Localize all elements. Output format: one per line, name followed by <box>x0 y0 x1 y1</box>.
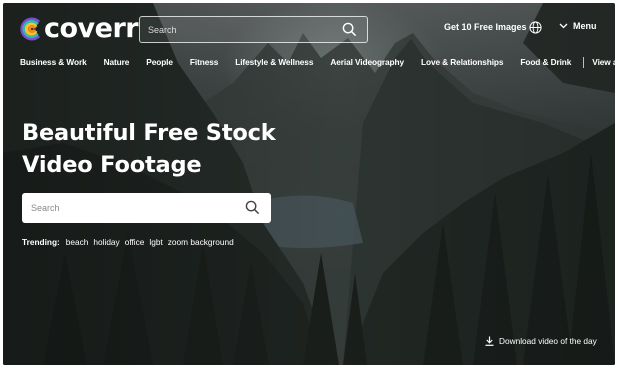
category-people[interactable]: People <box>146 57 173 67</box>
download-label: Download video of the day <box>499 336 597 346</box>
nav-divider <box>583 56 585 68</box>
view-all-link[interactable]: View all <box>592 57 615 67</box>
hero-search-input[interactable] <box>31 199 236 217</box>
category-lifestyle-wellness[interactable]: Lifestyle & Wellness <box>235 57 313 67</box>
category-business-work[interactable]: Business & Work <box>20 57 87 67</box>
get-free-images-link[interactable]: Get 10 Free Images <box>444 22 527 32</box>
menu-label: Menu <box>573 21 597 31</box>
hero-title-line-2: Video Footage <box>22 152 202 178</box>
download-video-of-the-day-link[interactable]: Download video of the day <box>485 336 597 346</box>
trending-tag[interactable]: zoom background <box>168 237 234 247</box>
category-love-relationships[interactable]: Love & Relationships <box>421 57 503 67</box>
trending-label: Trending: <box>22 237 60 247</box>
search-icon[interactable] <box>342 22 357 42</box>
globe-icon[interactable] <box>529 21 542 39</box>
category-aerial-videography[interactable]: Aerial Videography <box>330 57 404 67</box>
hero-background: coverr Get 10 Free Images Menu Business … <box>3 3 615 365</box>
header-search-box[interactable] <box>139 16 368 43</box>
search-icon[interactable] <box>245 200 260 220</box>
coverr-logo[interactable]: coverr <box>19 13 139 44</box>
header-search-input[interactable] <box>148 21 333 39</box>
trending-tag[interactable]: office <box>125 237 145 247</box>
category-nature[interactable]: Nature <box>104 57 130 67</box>
category-nav: Business & Work Nature People Fitness Li… <box>20 55 615 69</box>
trending-tags: Trending: beach holiday office lgbt zoom… <box>22 237 239 247</box>
rainbow-c-icon <box>19 17 43 41</box>
download-icon <box>485 336 494 346</box>
menu-button[interactable]: Menu <box>559 21 597 31</box>
trending-tag[interactable]: beach <box>66 237 89 247</box>
hero-title-line-1: Beautiful Free Stock <box>22 120 276 146</box>
chevron-down-icon <box>559 21 568 31</box>
category-fitness[interactable]: Fitness <box>190 57 218 67</box>
hero-title: Beautiful Free Stock Video Footage <box>22 117 276 181</box>
hero-search-box[interactable] <box>22 193 271 223</box>
logo-text: coverr <box>44 13 139 44</box>
trending-tag[interactable]: holiday <box>93 237 119 247</box>
trending-tag[interactable]: lgbt <box>149 237 162 247</box>
category-food-drink[interactable]: Food & Drink <box>520 57 571 67</box>
